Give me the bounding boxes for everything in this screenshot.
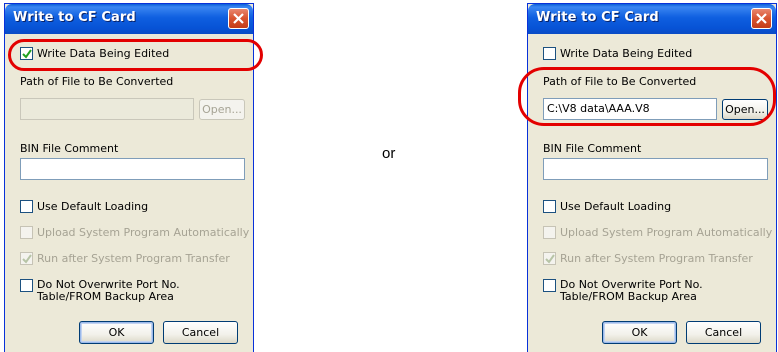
path-input[interactable]: C:\V8 data\AAA.V8 <box>543 98 717 120</box>
checkbox-label: Do Not Overwrite Port No. Table/FROM Back… <box>560 279 703 303</box>
checkbox-box[interactable] <box>543 47 556 60</box>
write-to-cf-dialog-2: Write to CF Card Write Data Being Edited… <box>527 3 777 352</box>
label-line-2: Table/FROM Backup Area <box>37 290 174 303</box>
close-icon <box>756 13 767 24</box>
bin-comment-label: BIN File Comment <box>543 142 642 155</box>
checkmark-icon <box>22 49 32 59</box>
dialog-title: Write to CF Card <box>13 10 136 25</box>
checkbox-label: Use Default Loading <box>560 200 672 213</box>
path-label: Path of File to Be Converted <box>20 75 174 88</box>
bin-comment-input[interactable] <box>543 158 768 180</box>
checkmark-icon <box>22 254 32 264</box>
checkbox-label: Use Default Loading <box>37 200 149 213</box>
checkbox-label: Upload System Program Automatically <box>37 226 250 239</box>
do-not-overwrite-checkbox[interactable]: Do Not Overwrite Port No. Table/FROM Back… <box>20 279 180 303</box>
upload-system-program-checkbox: Upload System Program Automatically <box>20 226 249 239</box>
upload-system-program-checkbox: Upload System Program Automatically <box>543 226 772 239</box>
path-input <box>20 98 194 120</box>
checkbox-box <box>543 252 556 265</box>
checkbox-label: Upload System Program Automatically <box>560 226 773 239</box>
checkbox-box <box>20 252 33 265</box>
checkbox-label: Run after System Program Transfer <box>37 252 230 265</box>
ok-button[interactable]: OK <box>79 321 154 344</box>
bin-comment-input[interactable] <box>20 158 245 180</box>
open-button: Open... <box>199 99 245 120</box>
use-default-loading-checkbox[interactable]: Use Default Loading <box>543 200 671 213</box>
write-data-being-edited-checkbox[interactable]: Write Data Being Edited <box>20 47 169 60</box>
checkbox-box <box>543 226 556 239</box>
do-not-overwrite-checkbox[interactable]: Do Not Overwrite Port No. Table/FROM Back… <box>543 279 703 303</box>
checkbox-box[interactable] <box>20 200 33 213</box>
run-after-transfer-checkbox: Run after System Program Transfer <box>543 252 753 265</box>
use-default-loading-checkbox[interactable]: Use Default Loading <box>20 200 148 213</box>
run-after-transfer-checkbox: Run after System Program Transfer <box>20 252 230 265</box>
close-icon <box>233 13 244 24</box>
ok-button[interactable]: OK <box>602 321 677 344</box>
cancel-button[interactable]: Cancel <box>163 321 238 344</box>
write-data-being-edited-checkbox[interactable]: Write Data Being Edited <box>543 47 692 60</box>
checkbox-box[interactable] <box>20 47 33 60</box>
checkbox-label: Run after System Program Transfer <box>560 252 753 265</box>
checkbox-label: Write Data Being Edited <box>37 47 170 60</box>
path-label: Path of File to Be Converted <box>543 75 697 88</box>
checkbox-box[interactable] <box>543 200 556 213</box>
checkbox-label: Write Data Being Edited <box>560 47 693 60</box>
close-button[interactable] <box>751 8 772 29</box>
checkbox-box[interactable] <box>543 279 556 292</box>
checkbox-box[interactable] <box>20 279 33 292</box>
bin-comment-label: BIN File Comment <box>20 142 119 155</box>
label-line-2: Table/FROM Backup Area <box>560 290 697 303</box>
title-bar[interactable]: Write to CF Card <box>5 4 253 34</box>
write-to-cf-dialog-1: Write to CF Card Write Data Being Edited… <box>4 3 254 352</box>
checkbox-label: Do Not Overwrite Port No. Table/FROM Back… <box>37 279 180 303</box>
close-button[interactable] <box>228 8 249 29</box>
checkbox-box <box>20 226 33 239</box>
dialog-title: Write to CF Card <box>536 10 659 25</box>
checkmark-icon <box>545 254 555 264</box>
cancel-button[interactable]: Cancel <box>686 321 761 344</box>
separator-or-text: or <box>382 145 396 162</box>
title-bar[interactable]: Write to CF Card <box>528 4 776 34</box>
open-button[interactable]: Open... <box>722 99 768 120</box>
